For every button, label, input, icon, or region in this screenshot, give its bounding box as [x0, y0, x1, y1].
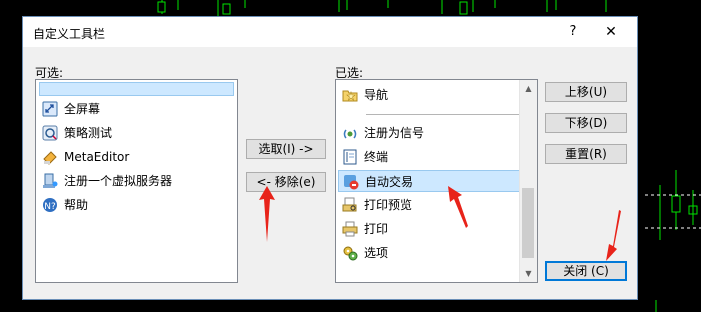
print-icon	[342, 221, 358, 237]
signal-icon	[343, 129, 357, 139]
strategy-tester-icon	[42, 125, 58, 141]
terminal-icon	[343, 149, 357, 165]
selected-item-autotrading[interactable]: 自动交易	[338, 170, 535, 192]
annotation-arrow-close	[606, 210, 621, 261]
move-down-button[interactable]: 下移(D)	[545, 113, 627, 133]
annotation-arrow-remove	[259, 186, 275, 242]
available-item-label: MetaEditor	[64, 150, 130, 164]
fullscreen-icon	[42, 101, 58, 117]
scroll-up-icon[interactable]: ▲	[520, 80, 537, 97]
available-item-metaeditor[interactable]: MetaEditor	[38, 146, 235, 168]
selected-item-navigator[interactable]: 导航	[338, 84, 535, 106]
close-button[interactable]: 关闭 (C)	[545, 261, 627, 281]
available-item-fullscreen[interactable]: 全屏幕	[38, 98, 235, 120]
available-listbox[interactable]: 全屏幕 策略测试 MetaEditor 注册一个虚拟服务器 N? 帮助	[35, 79, 238, 283]
selected-item-label: 自动交易	[365, 175, 414, 189]
options-icon	[343, 246, 358, 261]
available-item-label: 全屏幕	[64, 102, 101, 116]
help-button[interactable]: ?	[555, 21, 591, 43]
svg-text:N?: N?	[44, 202, 56, 212]
selected-listbox[interactable]: 导航 注册为信号 终端 自动交易 打印预览 打印 选项 ▲ ▼	[335, 79, 538, 283]
virtual-server-icon	[43, 173, 58, 188]
move-up-button[interactable]: 上移(U)	[545, 82, 627, 102]
available-item-separator[interactable]	[39, 82, 234, 96]
selected-item-print-preview[interactable]: 打印预览	[338, 194, 535, 216]
autotrading-icon	[344, 175, 359, 190]
selected-list-scrollbar[interactable]: ▲ ▼	[519, 80, 537, 282]
selected-item-label: 打印预览	[364, 198, 413, 212]
customize-toolbar-dialog: 自定义工具栏 ? ✕ 可选: 全屏幕 策略测试 MetaEditor 注册一个虚…	[22, 16, 638, 300]
annotation-arrow-autotrading	[448, 186, 468, 228]
close-icon[interactable]: ✕	[591, 21, 631, 43]
print-preview-icon	[342, 197, 357, 212]
selected-item-label: 导航	[364, 88, 389, 102]
available-item-strategy-tester[interactable]: 策略测试	[38, 122, 235, 144]
selected-item-options[interactable]: 选项	[338, 242, 535, 264]
title-bar: 自定义工具栏 ? ✕	[23, 17, 637, 47]
available-item-help[interactable]: N? 帮助	[38, 194, 235, 216]
reset-button[interactable]: 重置(R)	[545, 144, 627, 164]
dialog-title: 自定义工具栏	[33, 27, 106, 41]
scroll-down-icon[interactable]: ▼	[520, 265, 537, 282]
add-button[interactable]: 选取(I) ->	[246, 139, 326, 159]
scroll-thumb[interactable]	[522, 188, 534, 258]
selected-item-separator[interactable]	[366, 114, 523, 115]
selected-item-label: 注册为信号	[364, 126, 425, 140]
selected-item-label: 终端	[364, 150, 389, 164]
available-item-label: 策略测试	[64, 126, 113, 140]
navigator-icon	[342, 90, 358, 102]
available-item-label: 帮助	[64, 198, 89, 212]
selected-item-print[interactable]: 打印	[338, 218, 535, 240]
available-item-label: 注册一个虚拟服务器	[64, 174, 173, 188]
selected-item-terminal[interactable]: 终端	[338, 146, 535, 168]
available-item-virtual-server[interactable]: 注册一个虚拟服务器	[38, 170, 235, 192]
selected-item-label: 选项	[364, 246, 389, 260]
metaeditor-icon	[43, 151, 57, 165]
selected-item-signal[interactable]: 注册为信号	[338, 122, 535, 144]
help-icon: N?	[43, 198, 57, 212]
selected-item-label: 打印	[364, 222, 389, 236]
